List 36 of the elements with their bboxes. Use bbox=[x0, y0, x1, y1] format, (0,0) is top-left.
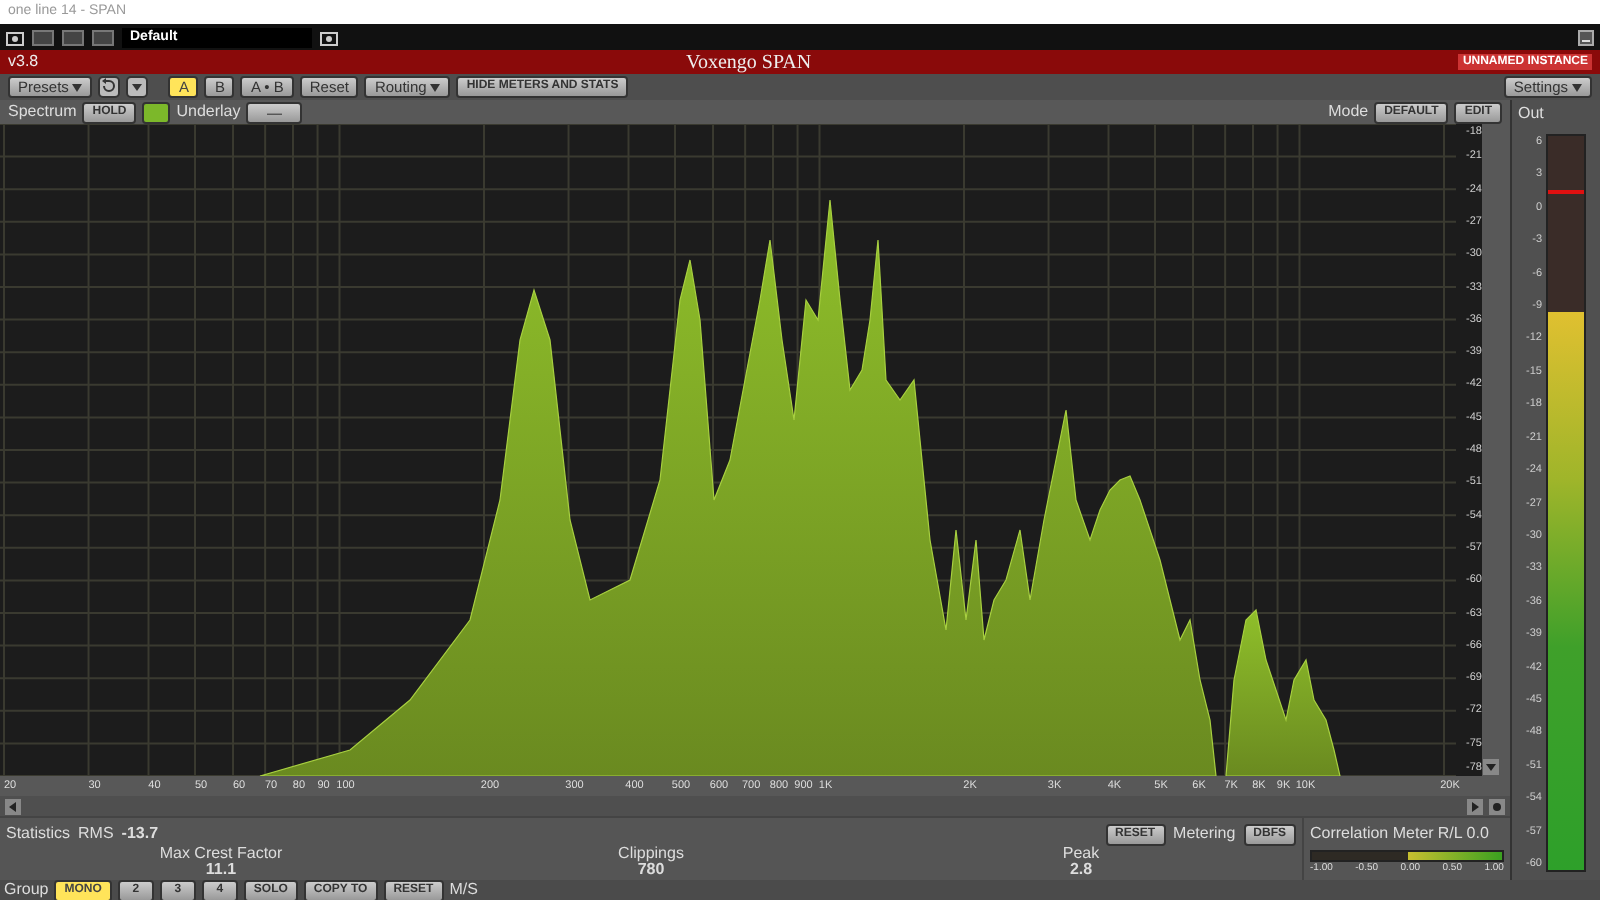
stat-label: Clippings bbox=[618, 846, 684, 862]
out-label: Out bbox=[1518, 102, 1544, 126]
toolbar-icon[interactable] bbox=[62, 29, 84, 45]
color-swatch-button[interactable] bbox=[142, 101, 171, 123]
camera-icon[interactable] bbox=[6, 29, 24, 45]
stat-label: Peak bbox=[1062, 846, 1100, 862]
toolbar-icon[interactable] bbox=[92, 29, 114, 45]
caret-icon bbox=[72, 83, 83, 91]
channel-label: R/L bbox=[1437, 822, 1463, 846]
scroll-right-button[interactable] bbox=[1466, 797, 1484, 815]
metering-label: Metering bbox=[1173, 822, 1236, 846]
camera-icon[interactable] bbox=[320, 29, 338, 45]
rms-value: -13.7 bbox=[121, 822, 159, 846]
group-label: Group bbox=[4, 878, 49, 900]
correlation-value: 0.0 bbox=[1466, 822, 1489, 846]
stat-value: 11.1 bbox=[205, 862, 237, 878]
caret-icon bbox=[430, 83, 441, 91]
stat-value: 780 bbox=[637, 862, 665, 878]
app-title: Voxengo SPAN bbox=[684, 49, 814, 77]
stat-value: 2.8 bbox=[1069, 862, 1093, 878]
underlay-label: Underlay bbox=[176, 100, 241, 124]
scroll-left-button[interactable] bbox=[4, 797, 22, 815]
minimize-icon[interactable] bbox=[1578, 29, 1594, 45]
version-label: v3.8 bbox=[8, 50, 39, 74]
correlation-title: Correlation Meter bbox=[1310, 822, 1434, 846]
menu-caret-icon[interactable] bbox=[126, 76, 149, 98]
scroll-down-button[interactable] bbox=[1482, 758, 1500, 776]
toolbar-icon[interactable] bbox=[32, 29, 54, 45]
stat-label: Max Crest Factor bbox=[159, 846, 283, 862]
mode-label: Mode bbox=[1328, 100, 1369, 124]
caret-icon bbox=[1572, 83, 1582, 91]
spectrum-tab[interactable]: Spectrum bbox=[8, 100, 77, 124]
undo-icon[interactable] bbox=[98, 76, 121, 98]
mode-indicator: M/S bbox=[449, 878, 478, 900]
statistics-tab[interactable]: Statistics bbox=[6, 822, 71, 846]
rms-label: RMS bbox=[78, 822, 114, 846]
